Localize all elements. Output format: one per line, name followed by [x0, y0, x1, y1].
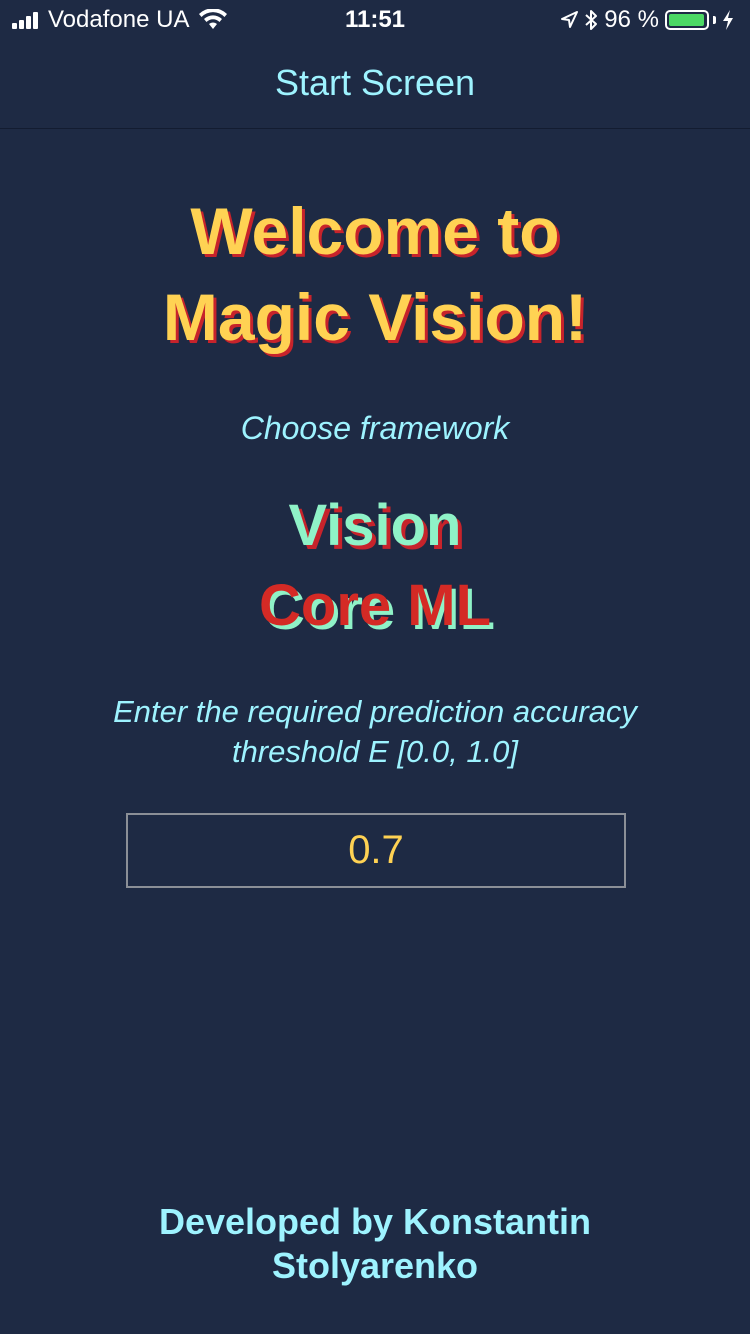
threshold-instructions: Enter the required prediction accuracy t… [0, 692, 750, 772]
battery-icon [665, 10, 709, 30]
threshold-line-1: Enter the required prediction accuracy [113, 694, 637, 729]
welcome-line-2: Magic Vision! [162, 280, 588, 354]
nav-title: Start Screen [274, 62, 476, 103]
battery-fill [669, 14, 704, 26]
status-bar: Vodafone UA 11:51 96 % [0, 0, 750, 40]
developer-line-1: Developed by Konstantin [158, 1201, 592, 1242]
battery-cap [713, 16, 716, 24]
battery-percent: 96 % [604, 6, 659, 33]
welcome-line-1: Welcome to [190, 194, 560, 268]
core-ml-button[interactable]: Core ML [0, 572, 750, 639]
threshold-line-2: threshold E [0.0, 1.0] [231, 734, 519, 769]
developer-line-2: Stolyarenko [271, 1245, 479, 1286]
charging-bolt-icon [723, 10, 733, 30]
developer-credit: Developed by Konstantin Stolyarenko [0, 1200, 750, 1288]
welcome-title: Welcome to Magic Vision! [0, 188, 750, 360]
nav-bar: Start Screen [0, 40, 750, 129]
vision-button[interactable]: Vision [0, 492, 750, 559]
bluetooth-icon [585, 10, 598, 30]
choose-framework-label: Choose framework [240, 410, 510, 446]
status-right: 96 % [560, 6, 740, 34]
threshold-input[interactable] [126, 813, 626, 888]
location-arrow-icon [561, 11, 579, 28]
